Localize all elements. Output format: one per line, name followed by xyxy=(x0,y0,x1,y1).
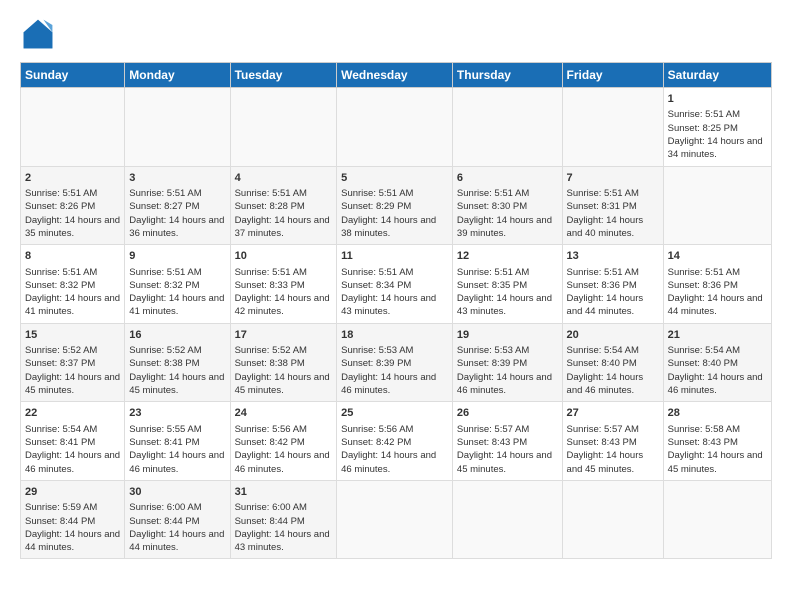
logo-icon xyxy=(20,16,56,52)
empty-cell xyxy=(663,166,771,245)
day-cell: 10Sunrise: 5:51 AMSunset: 8:33 PMDayligh… xyxy=(230,245,337,324)
empty-cell xyxy=(337,480,453,559)
logo xyxy=(20,16,62,52)
empty-cell xyxy=(125,88,230,167)
day-cell: 29Sunrise: 5:59 AMSunset: 8:44 PMDayligh… xyxy=(21,480,125,559)
col-header-thursday: Thursday xyxy=(452,63,562,88)
day-cell: 23Sunrise: 5:55 AMSunset: 8:41 PMDayligh… xyxy=(125,402,230,481)
empty-cell xyxy=(337,88,453,167)
empty-cell xyxy=(452,88,562,167)
col-header-sunday: Sunday xyxy=(21,63,125,88)
day-cell: 9Sunrise: 5:51 AMSunset: 8:32 PMDaylight… xyxy=(125,245,230,324)
day-cell: 15Sunrise: 5:52 AMSunset: 8:37 PMDayligh… xyxy=(21,323,125,402)
week-row: 15Sunrise: 5:52 AMSunset: 8:37 PMDayligh… xyxy=(21,323,772,402)
week-row: 8Sunrise: 5:51 AMSunset: 8:32 PMDaylight… xyxy=(21,245,772,324)
week-row: 1Sunrise: 5:51 AMSunset: 8:25 PMDaylight… xyxy=(21,88,772,167)
day-cell: 30Sunrise: 6:00 AMSunset: 8:44 PMDayligh… xyxy=(125,480,230,559)
week-row: 29Sunrise: 5:59 AMSunset: 8:44 PMDayligh… xyxy=(21,480,772,559)
week-row: 22Sunrise: 5:54 AMSunset: 8:41 PMDayligh… xyxy=(21,402,772,481)
day-cell: 25Sunrise: 5:56 AMSunset: 8:42 PMDayligh… xyxy=(337,402,453,481)
day-cell: 4Sunrise: 5:51 AMSunset: 8:28 PMDaylight… xyxy=(230,166,337,245)
day-cell: 20Sunrise: 5:54 AMSunset: 8:40 PMDayligh… xyxy=(562,323,663,402)
day-cell: 31Sunrise: 6:00 AMSunset: 8:44 PMDayligh… xyxy=(230,480,337,559)
day-cell: 11Sunrise: 5:51 AMSunset: 8:34 PMDayligh… xyxy=(337,245,453,324)
day-cell: 3Sunrise: 5:51 AMSunset: 8:27 PMDaylight… xyxy=(125,166,230,245)
day-cell: 18Sunrise: 5:53 AMSunset: 8:39 PMDayligh… xyxy=(337,323,453,402)
day-cell: 12Sunrise: 5:51 AMSunset: 8:35 PMDayligh… xyxy=(452,245,562,324)
empty-cell xyxy=(562,480,663,559)
day-cell: 19Sunrise: 5:53 AMSunset: 8:39 PMDayligh… xyxy=(452,323,562,402)
day-cell: 8Sunrise: 5:51 AMSunset: 8:32 PMDaylight… xyxy=(21,245,125,324)
empty-cell xyxy=(562,88,663,167)
day-cell: 7Sunrise: 5:51 AMSunset: 8:31 PMDaylight… xyxy=(562,166,663,245)
page: SundayMondayTuesdayWednesdayThursdayFrid… xyxy=(0,0,792,612)
day-cell: 24Sunrise: 5:56 AMSunset: 8:42 PMDayligh… xyxy=(230,402,337,481)
empty-cell xyxy=(452,480,562,559)
empty-cell xyxy=(663,480,771,559)
col-header-monday: Monday xyxy=(125,63,230,88)
day-cell: 27Sunrise: 5:57 AMSunset: 8:43 PMDayligh… xyxy=(562,402,663,481)
day-cell: 5Sunrise: 5:51 AMSunset: 8:29 PMDaylight… xyxy=(337,166,453,245)
day-cell: 16Sunrise: 5:52 AMSunset: 8:38 PMDayligh… xyxy=(125,323,230,402)
col-header-tuesday: Tuesday xyxy=(230,63,337,88)
day-cell: 22Sunrise: 5:54 AMSunset: 8:41 PMDayligh… xyxy=(21,402,125,481)
empty-cell xyxy=(21,88,125,167)
calendar-table: SundayMondayTuesdayWednesdayThursdayFrid… xyxy=(20,62,772,559)
day-cell: 28Sunrise: 5:58 AMSunset: 8:43 PMDayligh… xyxy=(663,402,771,481)
day-cell: 17Sunrise: 5:52 AMSunset: 8:38 PMDayligh… xyxy=(230,323,337,402)
day-cell: 14Sunrise: 5:51 AMSunset: 8:36 PMDayligh… xyxy=(663,245,771,324)
header-row: SundayMondayTuesdayWednesdayThursdayFrid… xyxy=(21,63,772,88)
day-cell: 2Sunrise: 5:51 AMSunset: 8:26 PMDaylight… xyxy=(21,166,125,245)
day-cell: 6Sunrise: 5:51 AMSunset: 8:30 PMDaylight… xyxy=(452,166,562,245)
col-header-friday: Friday xyxy=(562,63,663,88)
day-cell: 13Sunrise: 5:51 AMSunset: 8:36 PMDayligh… xyxy=(562,245,663,324)
empty-cell xyxy=(230,88,337,167)
header xyxy=(20,16,772,52)
day-cell: 21Sunrise: 5:54 AMSunset: 8:40 PMDayligh… xyxy=(663,323,771,402)
week-row: 2Sunrise: 5:51 AMSunset: 8:26 PMDaylight… xyxy=(21,166,772,245)
col-header-saturday: Saturday xyxy=(663,63,771,88)
col-header-wednesday: Wednesday xyxy=(337,63,453,88)
day-cell: 1Sunrise: 5:51 AMSunset: 8:25 PMDaylight… xyxy=(663,88,771,167)
day-cell: 26Sunrise: 5:57 AMSunset: 8:43 PMDayligh… xyxy=(452,402,562,481)
